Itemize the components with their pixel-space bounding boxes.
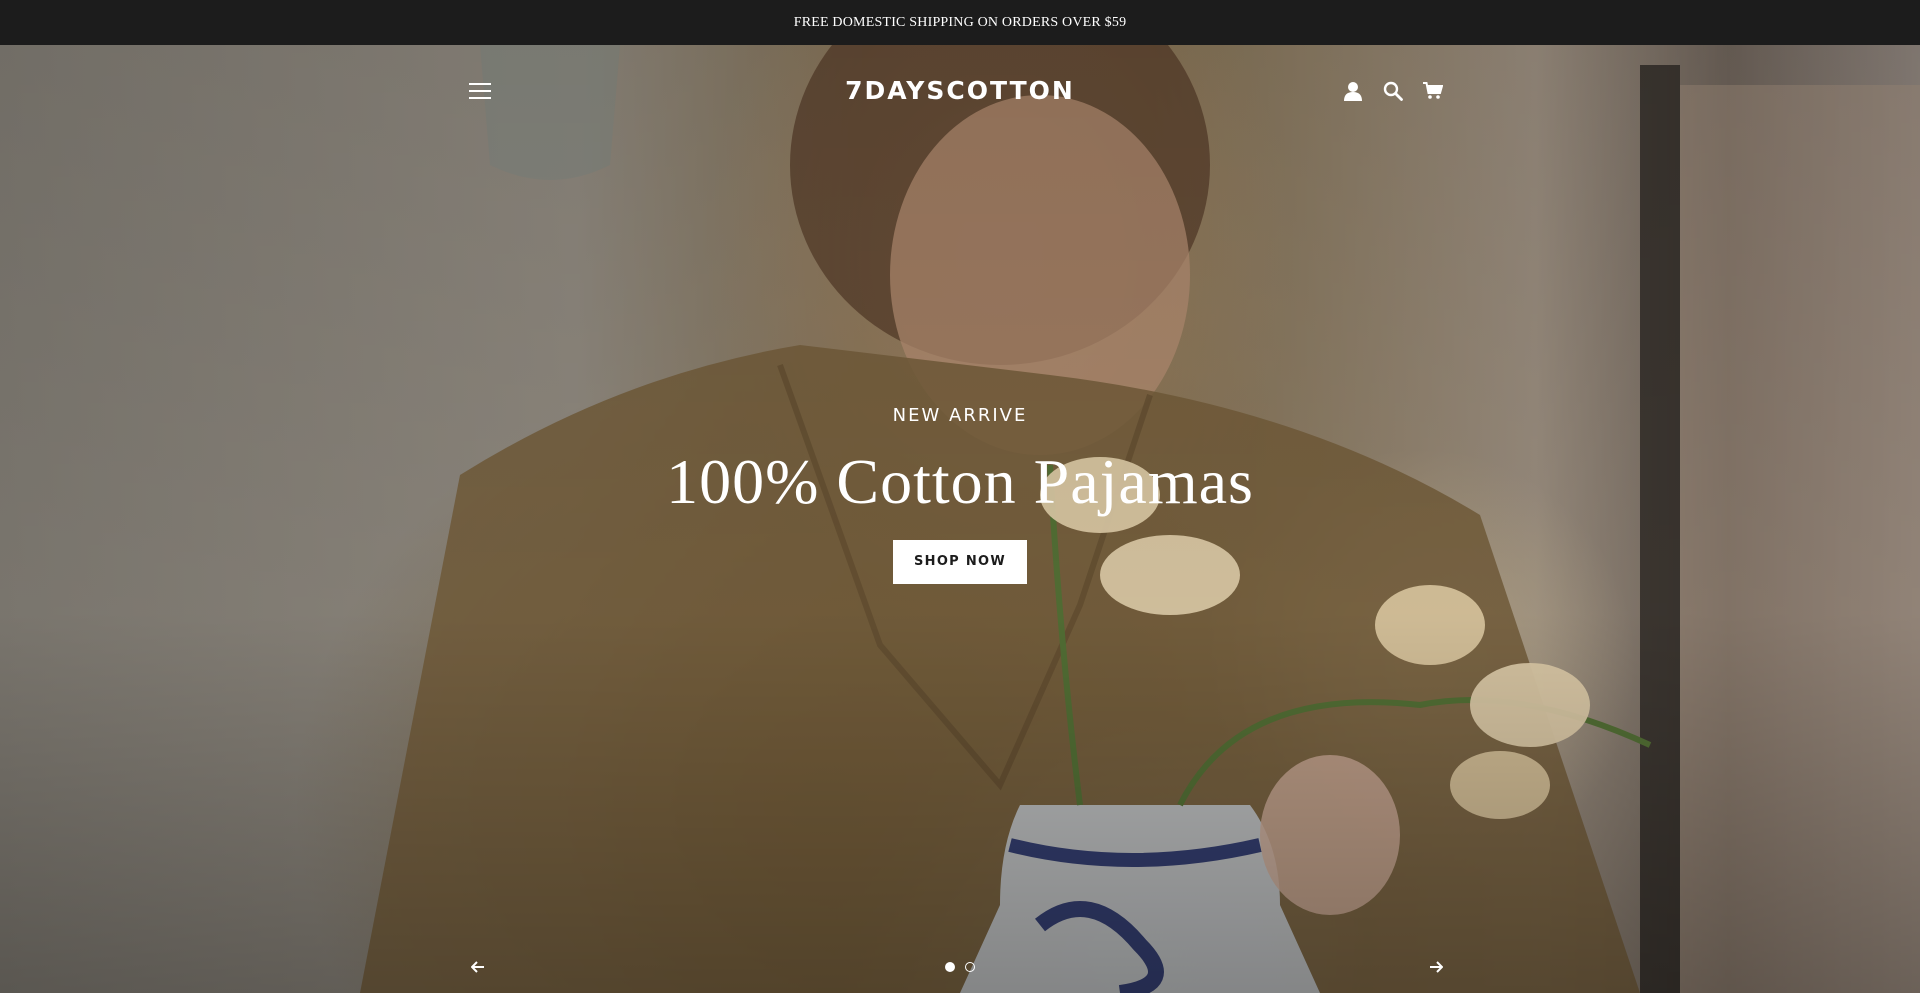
menu-button[interactable] [462,73,498,109]
slide-dot-1[interactable] [945,962,955,972]
cart-button[interactable] [1420,78,1446,104]
site-logo[interactable]: 7DAYSCOTTON [760,71,1160,111]
announcement-bar: FREE DOMESTIC SHIPPING ON ORDERS OVER $5… [0,0,1920,45]
previous-slide-button[interactable] [464,953,492,981]
hero-headline: 100% Cotton Pajamas [666,446,1254,517]
arrow-right-icon [1430,961,1443,973]
header-actions [1340,73,1460,109]
next-slide-button[interactable] [1422,953,1450,981]
slide-dot-2[interactable] [965,962,975,972]
arrow-left-icon [471,961,484,973]
site-header: 7DAYSCOTTON [0,45,1920,135]
search-icon [1383,81,1403,101]
slider-controls [0,950,1920,984]
cart-icon [1423,82,1443,99]
announcement-text: FREE DOMESTIC SHIPPING ON ORDERS OVER $5… [793,14,1127,30]
shop-now-button[interactable]: SHOP NOW [892,540,1028,584]
account-icon [1344,82,1362,101]
hero-eyebrow: NEW ARRIVE [892,405,1028,426]
account-button[interactable] [1340,78,1366,104]
slide-dots [938,960,982,974]
menu-icon [469,83,491,99]
hero-content: NEW ARRIVE 100% Cotton Pajamas SHOP NOW [560,405,1360,584]
search-button[interactable] [1380,78,1406,104]
